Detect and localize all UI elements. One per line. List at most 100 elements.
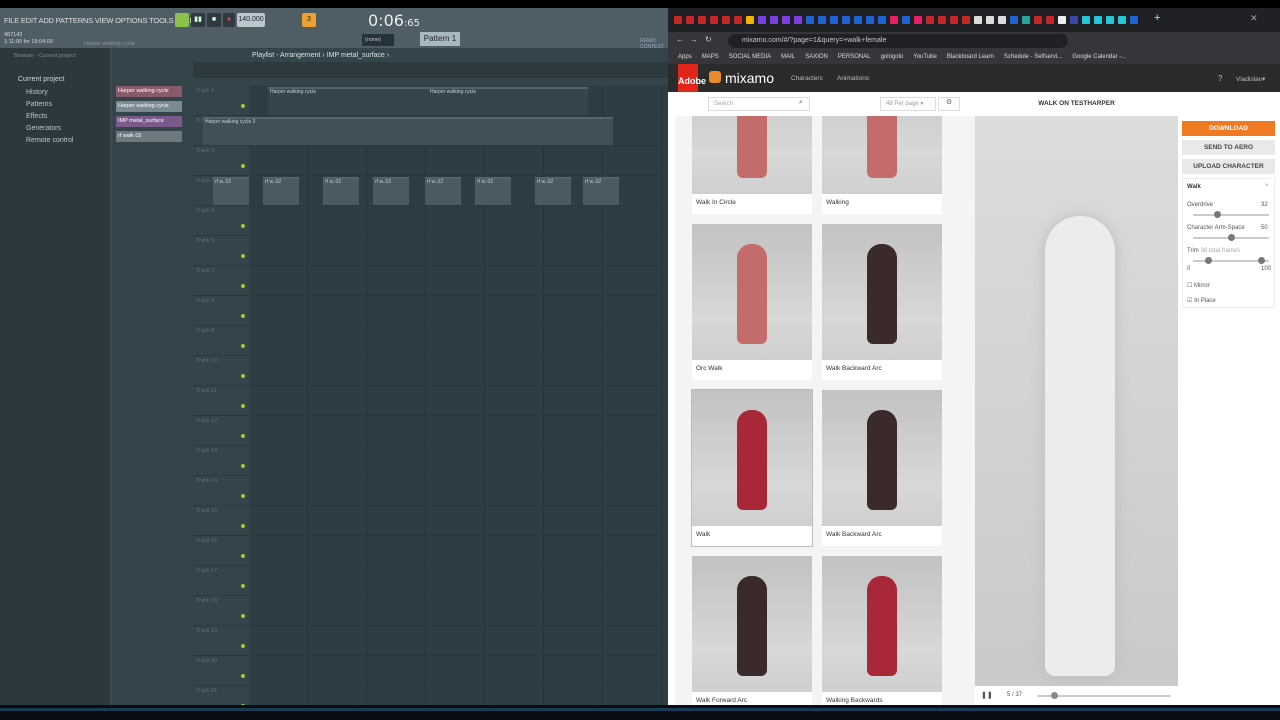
browser-tab[interactable] [950, 16, 958, 24]
track-mute-led[interactable] [241, 554, 245, 558]
bookmark[interactable]: MAIL [781, 54, 795, 60]
track-lane[interactable] [249, 596, 668, 625]
browser-tab[interactable] [758, 16, 766, 24]
audio-clip[interactable]: rf w..02 [583, 177, 619, 205]
pattern-selector[interactable]: Pattern 1 [420, 32, 460, 46]
track-mute-led[interactable] [241, 104, 245, 108]
pause-icon[interactable]: ❚❚ [981, 691, 993, 699]
track-lane[interactable] [249, 626, 668, 655]
playlist-track[interactable]: Track 5 [193, 206, 668, 236]
track-mute-led[interactable] [241, 164, 245, 168]
trim-start-knob[interactable] [1205, 257, 1213, 264]
playlist-track[interactable]: Track 10 [193, 356, 668, 386]
browser-tab[interactable] [1106, 16, 1114, 24]
track-mute-led[interactable] [241, 224, 245, 228]
animation-card[interactable]: Orc Walk [692, 224, 812, 380]
audio-clip[interactable]: Harper walking cycle [428, 87, 588, 115]
track-mute-led[interactable] [241, 374, 245, 378]
record-button[interactable]: ● [223, 13, 235, 27]
armspace-slider[interactable] [1193, 234, 1269, 241]
audio-clip[interactable]: rf w..02 [535, 177, 571, 205]
browser-item-history[interactable]: History [26, 89, 48, 96]
browser-tab[interactable] [962, 16, 970, 24]
track-mute-led[interactable] [241, 254, 245, 258]
scrubber-knob[interactable] [1051, 692, 1059, 699]
browser-tab[interactable] [974, 16, 982, 24]
browser-tab[interactable] [866, 16, 874, 24]
back-icon[interactable]: ← [676, 35, 684, 44]
browser-tab[interactable] [1118, 16, 1126, 24]
song-mode-toggle[interactable] [175, 13, 189, 27]
track-mute-led[interactable] [241, 524, 245, 528]
track-lane[interactable] [249, 266, 668, 295]
playback-scrubber[interactable] [1037, 692, 1171, 699]
playlist-track[interactable]: Track 3 [193, 146, 668, 176]
browser-item-current-project[interactable]: Current project [18, 76, 64, 83]
bookmark[interactable]: Schedule - Selfservi... [1004, 54, 1062, 60]
browser-tab[interactable] [938, 16, 946, 24]
browser-tab[interactable] [722, 16, 730, 24]
tempo-display[interactable]: 140.000 [237, 13, 265, 27]
animation-card[interactable]: Walk [692, 390, 812, 546]
playlist-track[interactable]: Track 6 [193, 236, 668, 266]
playlist-track[interactable]: Track 8 [193, 296, 668, 326]
bookmark[interactable]: Blackboard Learn [947, 54, 994, 60]
character-preview[interactable]: ❚❚ 5 / 37 [975, 116, 1178, 705]
track-mute-led[interactable] [241, 584, 245, 588]
close-window-icon[interactable]: ✕ [1250, 13, 1258, 24]
audio-clip[interactable]: rf w..02 [475, 177, 511, 205]
playlist-track[interactable]: Track 18 [193, 596, 668, 626]
browser-tab[interactable] [1130, 16, 1138, 24]
animation-card[interactable]: Walking Backwards [822, 556, 942, 705]
playlist-track[interactable]: Track 16 [193, 536, 668, 566]
timeline-ruler[interactable] [193, 62, 668, 78]
track-lane[interactable] [249, 536, 668, 565]
browser-tab[interactable] [1010, 16, 1018, 24]
track-lane[interactable] [249, 386, 668, 415]
nav-characters[interactable]: Characters [791, 75, 823, 82]
download-button[interactable]: DOWNLOAD [1182, 121, 1275, 136]
track-mute-led[interactable] [241, 614, 245, 618]
playlist-track[interactable]: Track 19 [193, 626, 668, 656]
track-mute-led[interactable] [241, 344, 245, 348]
nav-animations[interactable]: Animations [837, 75, 869, 82]
browser-item-remote-control[interactable]: Remote control [26, 137, 73, 144]
track-lane[interactable] [249, 506, 668, 535]
fl-menu-bar[interactable]: FILE EDIT ADD PATTERNS VIEW OPTIONS TOOL… [4, 16, 194, 25]
settings-gear-icon[interactable]: ⚙ [938, 97, 960, 111]
search-input[interactable]: Search [708, 97, 810, 111]
browser-tab[interactable] [698, 16, 706, 24]
bookmark[interactable]: Google Calendar -... [1072, 54, 1126, 60]
trim-end-knob[interactable] [1258, 257, 1266, 264]
playlist-track[interactable]: Track 20 [193, 656, 668, 686]
bookmark[interactable]: SOCIAL MEDIA [729, 54, 771, 60]
browser-item-patterns[interactable]: Patterns [26, 101, 52, 108]
track-lane[interactable] [249, 476, 668, 505]
animation-card[interactable]: Walk Backward Arc [822, 224, 942, 380]
browser-tab[interactable] [1082, 16, 1090, 24]
browser-tab[interactable] [734, 16, 742, 24]
bookmark[interactable]: SAXION [805, 54, 828, 60]
audio-clip[interactable]: rf w..02 [323, 177, 359, 205]
channel-button[interactable]: Harper walking cycle [116, 86, 182, 97]
url-input[interactable]: mixamo.com/#/?page=1&query=+walk+female [728, 34, 1068, 48]
track-mute-led[interactable] [241, 434, 245, 438]
track-mute-led[interactable] [241, 674, 245, 678]
playlist-track[interactable]: Track 7 [193, 266, 668, 296]
track-mute-led[interactable] [241, 464, 245, 468]
track-mute-led[interactable] [241, 314, 245, 318]
reload-icon[interactable]: ↻ [705, 35, 712, 44]
in-place-checkbox[interactable]: ☑ In Place [1187, 297, 1216, 304]
browser-tab[interactable] [746, 16, 754, 24]
armspace-knob[interactable] [1228, 234, 1235, 241]
audio-clip[interactable]: rf w..02 [425, 177, 461, 205]
bookmark[interactable]: YouTube [913, 54, 937, 60]
audio-clip[interactable]: Harper walking cycle 3 [203, 117, 613, 145]
playlist-track[interactable]: Track 14 [193, 476, 668, 506]
browser-tab[interactable] [686, 16, 694, 24]
audio-clip[interactable]: rf w..02 [373, 177, 409, 205]
browser-item-generators[interactable]: Generators [26, 125, 61, 132]
track-lane[interactable] [249, 206, 668, 235]
metronome-button[interactable]: 3 [302, 13, 316, 27]
track-lane[interactable] [249, 296, 668, 325]
